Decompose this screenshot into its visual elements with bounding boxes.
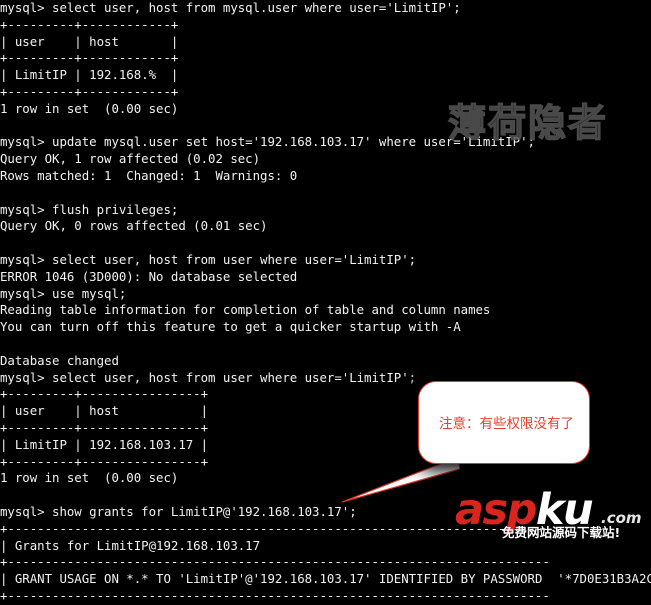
terminal-line: mysql> select user, host from user where… xyxy=(0,251,417,267)
annotation-callout-text: 注意：有些权限没有了 xyxy=(439,416,574,432)
terminal-line: +---------------------------------------… xyxy=(0,587,550,603)
terminal-line: +---------+------------+ xyxy=(0,16,179,32)
terminal-line: | user | host | xyxy=(0,33,179,49)
terminal-line: mysql> use mysql; xyxy=(0,285,127,301)
terminal-line: mysql> flush privileges; xyxy=(0,201,179,217)
terminal-line: | LimitIP | 192.168.% | xyxy=(0,67,179,83)
terminal-line: Query OK, 1 row affected (0.02 sec) xyxy=(0,151,261,167)
terminal-line: 1 row in set (0.00 sec) xyxy=(0,100,179,116)
terminal-line: Rows matched: 1 Changed: 1 Warnings: 0 xyxy=(0,167,298,183)
terminal-line: You can turn off this feature to get a q… xyxy=(0,319,461,335)
terminal-line: +---------------------------------------… xyxy=(0,520,550,536)
terminal-line: ERROR 1046 (3D000): No database selected xyxy=(0,268,298,284)
terminal-line: mysql> show grants for LimitIP@'192.168.… xyxy=(0,503,357,519)
terminal-line: +---------+------------+ xyxy=(0,50,179,66)
terminal-line: +---------------------------------------… xyxy=(0,554,550,570)
terminal-line: mysql> update mysql.user set host='192.1… xyxy=(0,134,535,150)
terminal-line: Database changed xyxy=(0,352,119,368)
terminal-line: | GRANT USAGE ON *.* TO 'LimitIP'@'192.1… xyxy=(0,571,651,587)
terminal-line: mysql> select user, host from mysql.user… xyxy=(0,0,461,15)
terminal-line: Reading table information for completion… xyxy=(0,302,491,318)
terminal-line: | Grants for LimitIP@192.168.103.17 xyxy=(0,537,261,553)
terminal-line: 1 row in set (0.00 sec) xyxy=(0,470,179,486)
terminal-line: +---------+------------+ xyxy=(0,83,179,99)
annotation-callout: 注意：有些权限没有了 xyxy=(418,381,590,464)
terminal-line: Query OK, 0 rows affected (0.01 sec) xyxy=(0,218,268,234)
